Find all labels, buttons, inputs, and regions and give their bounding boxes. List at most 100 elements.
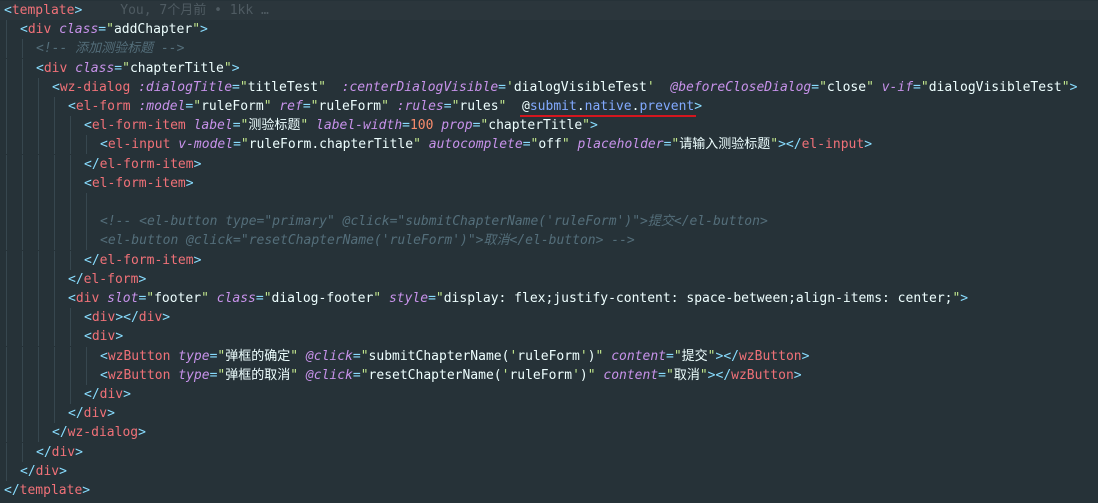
code-line[interactable]: </wz-dialog> [0,423,1098,443]
indent-guide [6,385,7,404]
indent-guide [86,346,87,366]
indent-guide [22,231,23,251]
code-line[interactable]: <!-- 添加测验标题 --> [0,39,1098,59]
code-text: <div></div> [84,308,170,327]
code-token: ruleForm [509,367,573,383]
code-token: content [603,367,659,383]
indent-guide [6,135,7,155]
indent-guide [6,269,7,289]
code-token: template [11,3,75,18]
code-line[interactable]: <el-form-item label="测验标题" label-width=1… [0,116,1098,136]
code-line[interactable]: <div> [0,327,1098,347]
code-text: <wzButton type="弹框的确定" @click="submitCha… [100,347,809,366]
code-token: 100 [409,118,434,134]
code-line[interactable]: <el-form-item> [0,173,1098,193]
code-editor[interactable]: <template> You, 7个月前 • 1kk … <div class="a… [0,0,1098,503]
indent-guide [38,77,39,97]
code-line[interactable]: <template> You, 7个月前 • 1kk … [0,1,1098,20]
code-token: el-form [83,271,139,287]
code-token: @ [522,99,530,114]
code-token: ' [572,367,580,383]
indent-guide [38,231,39,251]
code-token: ruleForm [318,99,382,114]
code-line[interactable]: <div class="chapterTitle"> [0,58,1098,78]
code-line[interactable]: </template> [0,481,1098,500]
code-text: <!-- <el-button type="primary" @click="s… [100,212,768,231]
code-line[interactable]: </div> [0,385,1098,404]
code-line[interactable]: <el-form :model="ruleForm" ref="ruleForm… [0,97,1098,116]
indent-guide [6,289,7,308]
code-token: <el-button @click="resetChapterName('rul… [100,233,635,249]
code-token: > [193,252,202,268]
code-token: div [138,310,163,326]
code-text: <wzButton type="弹框的取消" @click="resetChap… [100,366,802,385]
code-token: > [185,175,194,191]
code-token: < [52,79,60,95]
indent-guide [6,327,7,347]
code-line[interactable]: </div> [0,461,1098,481]
indent-guide [22,269,23,289]
indent-guide [38,193,39,212]
code-token: </ [36,444,52,460]
code-token: = [666,348,674,364]
code-line[interactable]: </div> [0,404,1098,424]
code-line[interactable]: <el-input v-model="ruleForm.chapterTitle… [0,135,1098,155]
indent-guide [22,404,23,424]
code-token: = [811,79,820,95]
indent-guide [38,365,39,385]
code-line[interactable]: </el-form-item> [0,250,1098,270]
indent-guide [70,346,71,366]
code-line[interactable]: </el-form-item> [0,154,1098,174]
code-token: = [443,99,452,114]
code-token: " [146,291,155,306]
indent-guide [38,97,39,116]
indent-guide [38,404,39,424]
code-line[interactable]: <el-button @click="resetChapterName('rul… [0,231,1098,251]
code-line[interactable]: </div> [0,442,1098,462]
code-token: label-width [316,118,403,134]
code-line[interactable]: <div class="addChapter"> [0,20,1098,40]
indent-guide [70,250,71,270]
indent-guide [6,365,7,385]
code-line[interactable]: <div></div> [0,308,1098,328]
indent-guide [22,154,23,174]
indent-guide [22,289,23,308]
code-line[interactable]: </el-form> [0,269,1098,289]
indent-guide [6,97,7,116]
code-line[interactable]: <wzButton type="弹框的取消" @click="resetChap… [0,365,1098,385]
indent-guide [54,404,55,424]
indent-guide [6,116,7,136]
indent-guide [38,135,39,155]
code-token: = [255,291,264,306]
code-token: = [302,99,311,114]
code-token: " [587,367,596,383]
code-token: 提交 [681,348,708,364]
code-line[interactable]: <wz-dialog :dialogTitle="titleTest" :cen… [0,77,1098,97]
code-token: > [864,137,873,153]
code-text: <el-form :model="ruleForm" ref="ruleForm… [68,97,702,116]
code-token: prop [441,118,473,134]
indent-guide [22,346,23,366]
code-line[interactable]: <div slot="footer" class="dialog-footer"… [0,289,1098,308]
code-token: " [263,291,272,306]
code-token: = [114,60,123,76]
code-token: chapterTitle [129,60,224,76]
code-token: wzButton [107,348,171,364]
code-token: " [381,99,389,114]
code-line[interactable]: <!-- <el-button type="primary" @click="s… [0,212,1098,232]
indent-guide [38,289,39,308]
indent-guide [54,385,55,404]
code-token: " [707,348,716,364]
code-text: <div class="addChapter"> [20,20,208,39]
indent-guide [22,193,23,212]
code-text: <!-- 添加测验标题 --> [36,39,184,58]
code-line[interactable] [0,193,1098,212]
code-line[interactable]: <wzButton type="弹框的确定" @click="submitCha… [0,346,1098,366]
